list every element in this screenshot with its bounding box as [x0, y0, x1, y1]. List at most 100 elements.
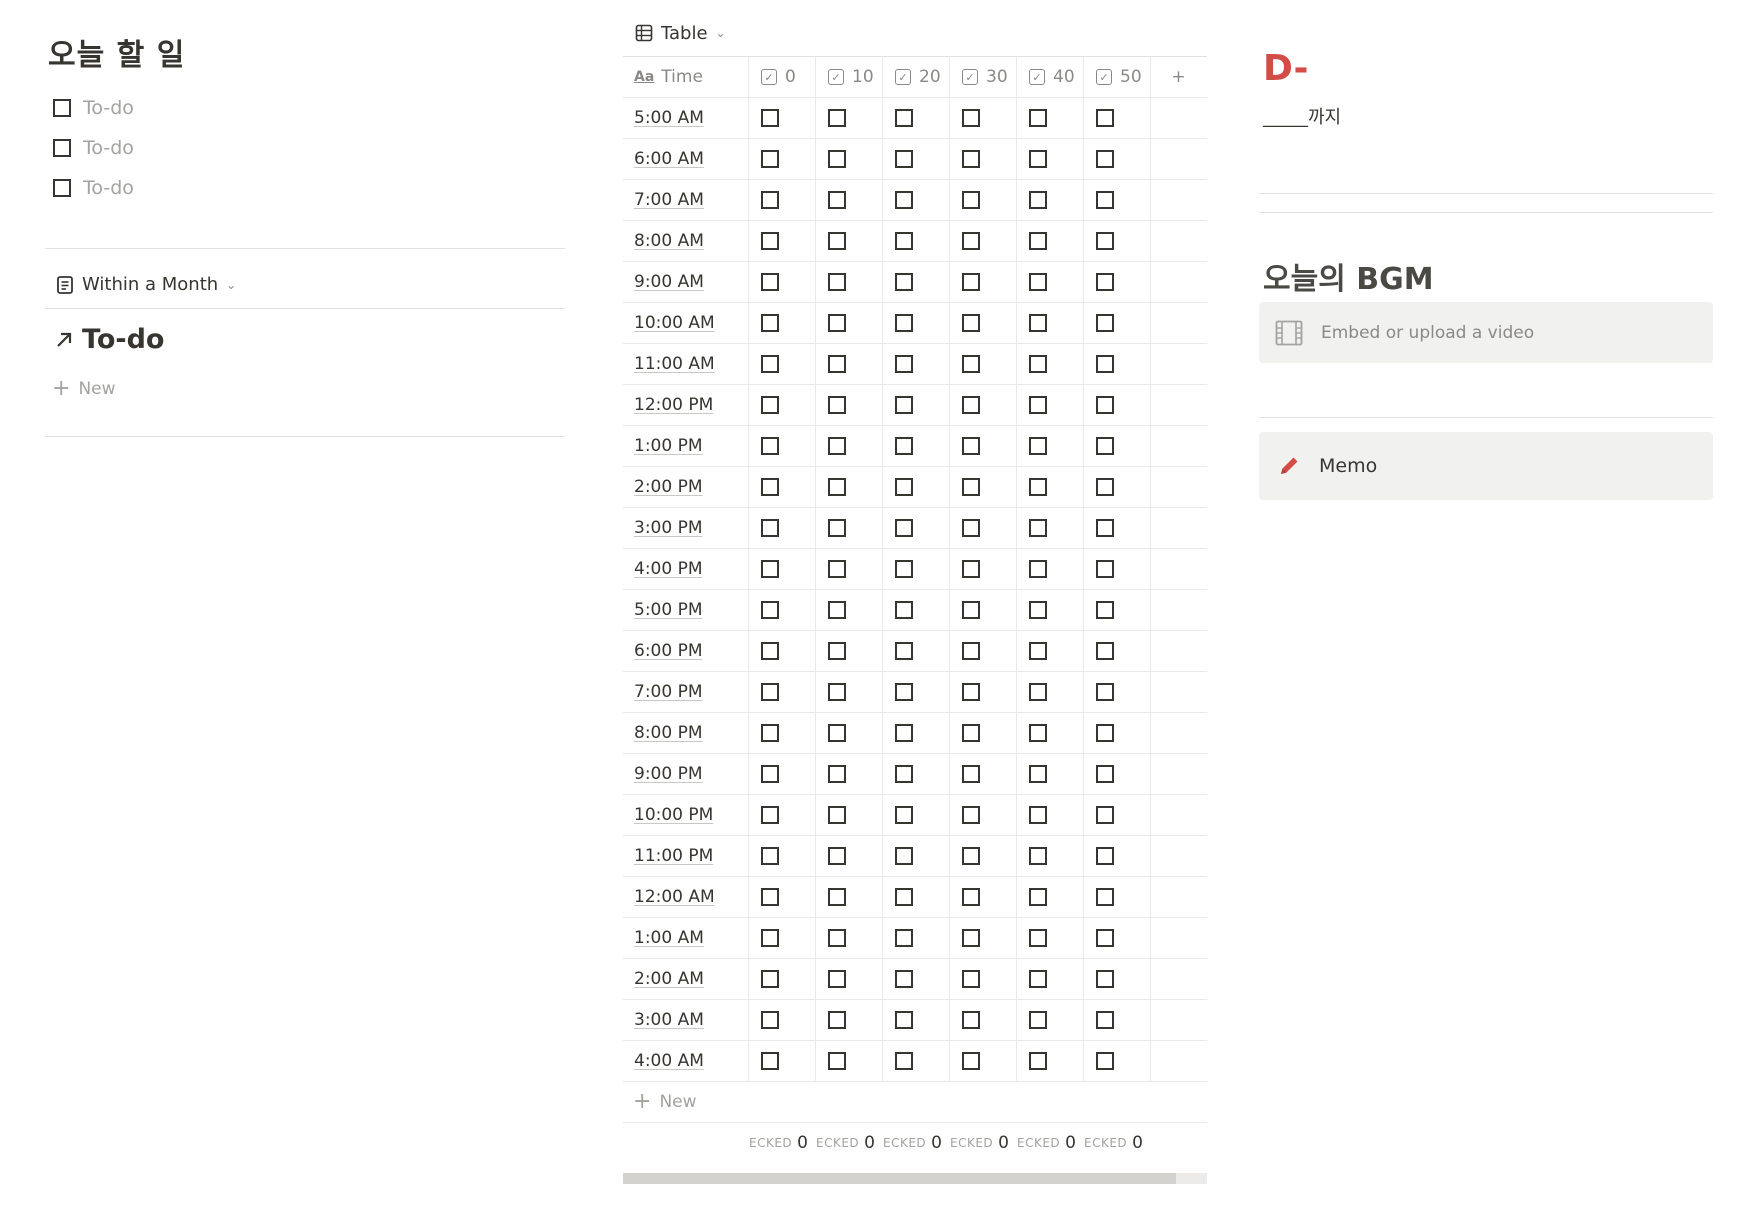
slot-checkbox[interactable] — [1096, 478, 1114, 496]
slot-checkbox[interactable] — [761, 765, 779, 783]
slot-checkbox[interactable] — [962, 888, 980, 906]
calculation-cell[interactable]: ECKED 0 — [950, 1133, 1017, 1153]
time-cell[interactable]: 11:00 AM — [623, 344, 749, 384]
slot-checkbox[interactable] — [1096, 437, 1114, 455]
time-cell[interactable]: 1:00 PM — [623, 426, 749, 466]
time-cell[interactable]: 3:00 PM — [623, 508, 749, 548]
time-label[interactable]: 6:00 PM — [634, 641, 703, 661]
slot-checkbox[interactable] — [761, 109, 779, 127]
slot-checkbox[interactable] — [962, 683, 980, 701]
slot-checkbox[interactable] — [1029, 355, 1047, 373]
time-label[interactable]: 10:00 AM — [634, 313, 715, 333]
time-cell[interactable]: 12:00 AM — [623, 877, 749, 917]
todo-item-label[interactable]: To-do — [83, 177, 134, 199]
slot-checkbox[interactable] — [828, 232, 846, 250]
slot-checkbox[interactable] — [962, 273, 980, 291]
slot-checkbox[interactable] — [761, 1011, 779, 1029]
slot-checkbox[interactable] — [962, 560, 980, 578]
slot-checkbox[interactable] — [1096, 191, 1114, 209]
slot-checkbox[interactable] — [895, 109, 913, 127]
time-label[interactable]: 7:00 PM — [634, 682, 703, 702]
slot-checkbox[interactable] — [1096, 273, 1114, 291]
todo-item-label[interactable]: To-do — [83, 97, 134, 119]
slot-checkbox[interactable] — [1096, 929, 1114, 947]
time-cell[interactable]: 8:00 AM — [623, 221, 749, 261]
slot-checkbox[interactable] — [962, 519, 980, 537]
slot-checkbox[interactable] — [828, 396, 846, 414]
slot-checkbox[interactable] — [895, 642, 913, 660]
slot-checkbox[interactable] — [1029, 806, 1047, 824]
view-tab-within-a-month[interactable]: Within a Month ⌄ — [56, 274, 236, 295]
slot-checkbox[interactable] — [895, 1011, 913, 1029]
time-cell[interactable]: 2:00 AM — [623, 959, 749, 999]
time-cell[interactable]: 8:00 PM — [623, 713, 749, 753]
calculation-cell[interactable]: ECKED 0 — [1084, 1133, 1151, 1153]
slot-checkbox[interactable] — [828, 314, 846, 332]
slot-checkbox[interactable] — [1029, 560, 1047, 578]
time-cell[interactable]: 2:00 PM — [623, 467, 749, 507]
slot-checkbox[interactable] — [1096, 1052, 1114, 1070]
slot-checkbox[interactable] — [962, 642, 980, 660]
slot-checkbox[interactable] — [962, 1011, 980, 1029]
slot-checkbox[interactable] — [828, 929, 846, 947]
slot-checkbox[interactable] — [828, 806, 846, 824]
slot-checkbox[interactable] — [1029, 519, 1047, 537]
slot-checkbox[interactable] — [895, 724, 913, 742]
time-label[interactable]: 5:00 AM — [634, 108, 704, 128]
slot-checkbox[interactable] — [1096, 970, 1114, 988]
slot-checkbox[interactable] — [1029, 1052, 1047, 1070]
time-label[interactable]: 2:00 AM — [634, 969, 704, 989]
time-cell[interactable]: 11:00 PM — [623, 836, 749, 876]
slot-checkbox[interactable] — [1029, 683, 1047, 701]
todo-item-label[interactable]: To-do — [83, 137, 134, 159]
slot-checkbox[interactable] — [761, 519, 779, 537]
slot-checkbox[interactable] — [1096, 642, 1114, 660]
time-cell[interactable]: 7:00 AM — [623, 180, 749, 220]
time-cell[interactable]: 12:00 PM — [623, 385, 749, 425]
slot-checkbox[interactable] — [828, 1052, 846, 1070]
slot-checkbox[interactable] — [895, 683, 913, 701]
time-label[interactable]: 11:00 AM — [634, 354, 715, 374]
slot-checkbox[interactable] — [761, 1052, 779, 1070]
time-label[interactable]: 8:00 PM — [634, 723, 703, 743]
time-label[interactable]: 10:00 PM — [634, 805, 713, 825]
time-label[interactable]: 2:00 PM — [634, 477, 703, 497]
slot-checkbox[interactable] — [962, 314, 980, 332]
slot-checkbox[interactable] — [828, 765, 846, 783]
time-label[interactable]: 4:00 AM — [634, 1051, 704, 1071]
slot-checkbox[interactable] — [1029, 191, 1047, 209]
add-column-button[interactable]: + — [1151, 57, 1206, 97]
slot-checkbox[interactable] — [761, 888, 779, 906]
slot-checkbox[interactable] — [895, 765, 913, 783]
slot-checkbox[interactable] — [828, 109, 846, 127]
slot-checkbox[interactable] — [895, 191, 913, 209]
todo-item[interactable]: To-do — [53, 168, 565, 208]
slot-checkbox[interactable] — [962, 601, 980, 619]
time-label[interactable]: 6:00 AM — [634, 149, 704, 169]
slot-checkbox[interactable] — [962, 970, 980, 988]
slot-checkbox[interactable] — [895, 150, 913, 168]
slot-checkbox[interactable] — [1096, 765, 1114, 783]
slot-checkbox[interactable] — [761, 273, 779, 291]
slot-checkbox[interactable] — [895, 478, 913, 496]
slot-checkbox[interactable] — [962, 437, 980, 455]
slot-checkbox[interactable] — [1029, 314, 1047, 332]
time-cell[interactable]: 6:00 AM — [623, 139, 749, 179]
calculation-cell[interactable]: ECKED 0 — [883, 1133, 950, 1153]
slot-checkbox[interactable] — [828, 1011, 846, 1029]
slot-checkbox[interactable] — [1096, 847, 1114, 865]
slot-checkbox[interactable] — [1029, 642, 1047, 660]
slot-checkbox[interactable] — [1029, 478, 1047, 496]
slot-checkbox[interactable] — [1029, 970, 1047, 988]
time-label[interactable]: 3:00 AM — [634, 1010, 704, 1030]
slot-checkbox[interactable] — [1096, 560, 1114, 578]
slot-checkbox[interactable] — [761, 642, 779, 660]
dday-until-text[interactable]: _____까지 — [1263, 103, 1713, 129]
slot-checkbox[interactable] — [761, 314, 779, 332]
slot-checkbox[interactable] — [1029, 150, 1047, 168]
time-label[interactable]: 12:00 AM — [634, 887, 715, 907]
column-header-minute[interactable]: ✓ 0 — [749, 57, 816, 97]
slot-checkbox[interactable] — [962, 396, 980, 414]
slot-checkbox[interactable] — [895, 970, 913, 988]
slot-checkbox[interactable] — [761, 478, 779, 496]
